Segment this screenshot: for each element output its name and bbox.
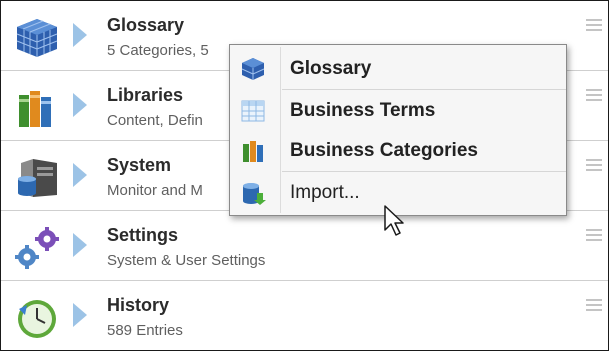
row-title: Settings <box>107 225 179 245</box>
menu-item-label: Business Categories <box>290 140 478 161</box>
menu-item-business-categories[interactable]: Business Categories <box>230 131 566 171</box>
hamburger-menu-icon[interactable] <box>586 229 602 242</box>
menu-separator <box>282 171 566 172</box>
menu-separator <box>282 89 566 90</box>
context-menu: Glossary Business Terms Business Categor… <box>229 44 567 216</box>
nav-row-settings[interactable]: Settings System & User Settings <box>1 211 608 281</box>
table-icon <box>241 100 265 122</box>
navigation-panel: Glossary 5 Categories, 5 Libraries Conte… <box>0 0 609 351</box>
row-title: Glossary <box>107 15 185 35</box>
menu-item-label: Import... <box>290 182 360 203</box>
books-icon <box>19 91 51 127</box>
clock-icon <box>18 300 56 338</box>
expand-chevron-icon[interactable] <box>73 233 87 257</box>
row-subtitle: Content, Defin <box>107 112 203 129</box>
menu-item-label: Business Terms <box>290 100 436 121</box>
row-title: System <box>107 155 172 175</box>
row-subtitle: 5 Categories, 5 <box>107 42 209 59</box>
row-title: History <box>107 295 170 315</box>
database-import-icon <box>243 183 266 205</box>
menu-item-business-terms[interactable]: Business Terms <box>230 91 566 131</box>
expand-chevron-icon[interactable] <box>73 303 87 327</box>
expand-chevron-icon[interactable] <box>73 23 87 47</box>
nav-row-history[interactable]: History 589 Entries <box>1 281 608 350</box>
mouse-pointer-icon <box>384 205 404 236</box>
cube-grid-icon <box>16 19 58 57</box>
expand-chevron-icon[interactable] <box>73 163 87 187</box>
hamburger-menu-icon[interactable] <box>586 89 602 102</box>
hamburger-menu-icon[interactable] <box>586 19 602 32</box>
menu-item-label: Glossary <box>290 58 372 79</box>
expand-chevron-icon[interactable] <box>73 93 87 117</box>
gears-icon <box>15 227 59 269</box>
row-subtitle: System & User Settings <box>107 252 266 269</box>
cube-grid-icon <box>241 58 265 80</box>
row-title: Libraries <box>107 85 184 105</box>
menu-item-glossary[interactable]: Glossary <box>230 49 566 89</box>
server-icon <box>18 159 57 197</box>
hamburger-menu-icon[interactable] <box>586 299 602 312</box>
books-icon <box>243 141 263 162</box>
hamburger-menu-icon[interactable] <box>586 159 602 172</box>
row-subtitle: Monitor and M <box>107 182 203 199</box>
row-subtitle: 589 Entries <box>107 322 183 339</box>
